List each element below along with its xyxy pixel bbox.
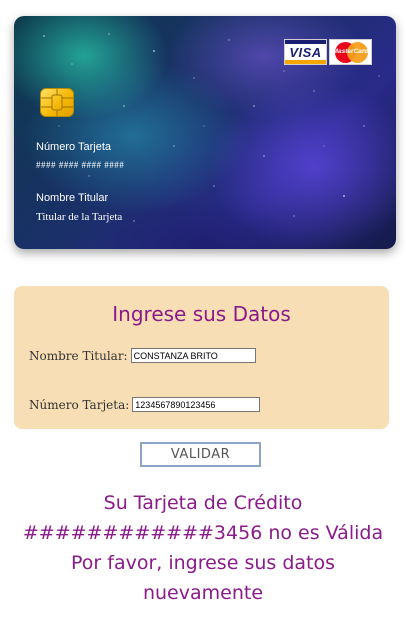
card-number-row: Número Tarjeta: [29, 397, 261, 412]
card-number-label: Número Tarjeta [36, 141, 111, 153]
result-line-2: ############3456 no es Válida [22, 522, 384, 544]
result-line-1: Su Tarjeta de Crédito [103, 492, 303, 514]
result-line-3: Por favor, ingrese sus datos [71, 552, 335, 574]
card-number-display: #### #### #### #### [36, 160, 125, 170]
card-holder-label: Nombre Titular [36, 192, 109, 204]
mastercard-logo-icon: MasterCard [329, 39, 372, 65]
holder-name-input[interactable] [130, 348, 256, 363]
card-number-input[interactable] [132, 397, 261, 412]
card-number-field-label: Número Tarjeta: [29, 397, 130, 412]
credit-card-preview: VISA MasterCard Número Tarjeta #### ####… [14, 16, 396, 249]
chip-icon [40, 88, 74, 117]
visa-logo-icon: VISA [284, 39, 327, 65]
data-entry-form: Ingrese sus Datos Nombre Titular: Número… [14, 286, 389, 429]
visa-logo-text: VISA [289, 45, 322, 60]
validation-result-message: Su Tarjeta de Crédito ############3456 n… [20, 488, 386, 608]
holder-name-label: Nombre Titular: [29, 348, 128, 363]
card-holder-display: Titular de la Tarjeta [36, 211, 123, 223]
holder-row: Nombre Titular: [29, 348, 256, 363]
mastercard-logo-text: MasterCard [332, 48, 369, 55]
card-brand-logos: VISA MasterCard [284, 39, 372, 65]
result-line-4: nuevamente [142, 582, 264, 604]
validate-button[interactable]: VALIDAR [140, 442, 261, 467]
form-title: Ingrese sus Datos [112, 302, 291, 326]
